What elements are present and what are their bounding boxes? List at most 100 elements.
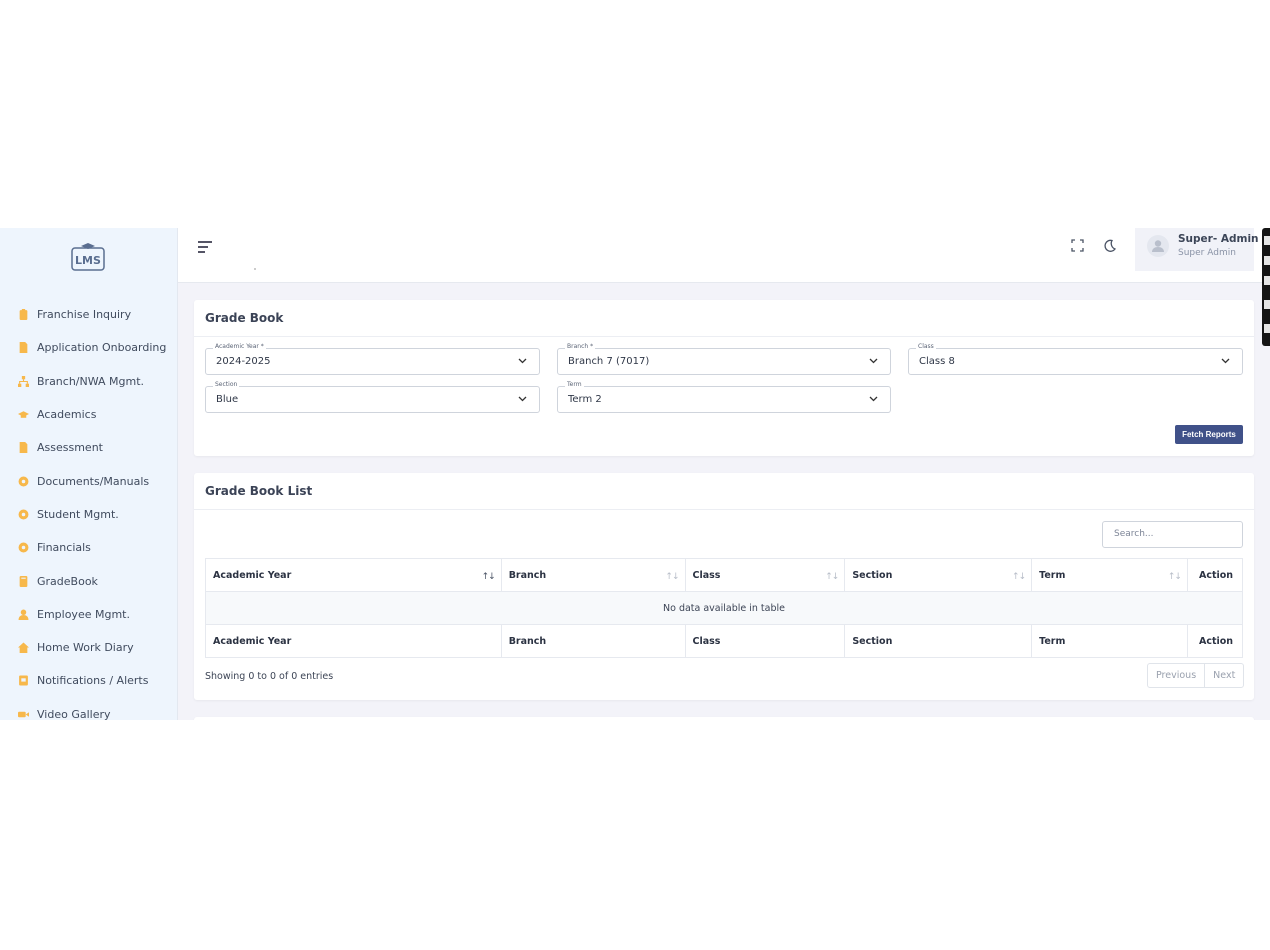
moon-icon[interactable] xyxy=(1102,238,1117,253)
lms-logo[interactable]: LMS xyxy=(70,242,106,272)
sidebar-item-label: Financials xyxy=(37,541,91,555)
cog-icon xyxy=(18,509,29,520)
branch-select[interactable]: Branch * Branch 7 (7017) xyxy=(557,343,891,375)
next-card-fragment xyxy=(194,717,1254,720)
footer-academic-year: Academic Year xyxy=(205,624,502,658)
table-footer-row: Academic Year Branch Class Section Term … xyxy=(205,624,1244,658)
fetch-reports-button[interactable]: Fetch Reports xyxy=(1175,425,1243,444)
cog-icon xyxy=(18,476,29,487)
field-label: Class xyxy=(916,343,936,350)
column-header-action: Action xyxy=(1186,558,1244,592)
sidebar-item-franchise-inquiry[interactable]: Franchise Inquiry xyxy=(0,298,178,331)
footer-branch: Branch xyxy=(500,624,686,658)
sitemap-icon xyxy=(18,375,29,387)
fullscreen-icon[interactable] xyxy=(1071,239,1084,252)
sidebar-item-label: GradeBook xyxy=(37,574,98,588)
sidebar-item-label: Video Gallery xyxy=(37,707,111,720)
sidebar-item-label: Branch/NWA Mgmt. xyxy=(37,374,145,388)
column-header-term[interactable]: Term ↑↓ xyxy=(1031,558,1188,592)
field-label: Section xyxy=(213,381,240,388)
class-select[interactable]: Class Class 8 xyxy=(908,343,1243,375)
document-icon xyxy=(19,442,28,454)
chevron-down-icon xyxy=(518,358,527,364)
card-divider xyxy=(194,336,1254,337)
field-label: Academic Year * xyxy=(213,343,266,350)
field-value: 2024-2025 xyxy=(216,356,271,367)
footer-section: Section xyxy=(844,624,1033,658)
academic-year-select[interactable]: Academic Year * 2024-2025 xyxy=(205,343,540,375)
entries-info: Showing 0 to 0 of 0 entries xyxy=(205,671,334,682)
search-input[interactable]: Search... xyxy=(1102,521,1243,548)
gradebook-filter-card: Grade Book Academic Year * 2024-2025 Bra… xyxy=(194,300,1254,456)
user-avatar-icon xyxy=(1152,240,1164,252)
pagination: Previous Next xyxy=(1147,663,1245,688)
clipboard-icon xyxy=(19,309,28,321)
sidebar-item-home-work-diary[interactable]: Home Work Diary xyxy=(0,631,178,664)
column-header-academic-year[interactable]: Academic Year ↑↓ xyxy=(205,558,502,592)
sidebar-item-employee-mgmt[interactable]: Employee Mgmt. xyxy=(0,598,178,631)
cog-icon xyxy=(18,542,29,553)
home-icon xyxy=(18,642,29,654)
sidebar-nav: Franchise Inquiry Application Onboarding… xyxy=(0,298,178,720)
sidebar-item-label: Documents/Manuals xyxy=(37,474,150,488)
field-label: Term xyxy=(565,381,584,388)
sidebar-item-academics[interactable]: Academics xyxy=(0,398,178,431)
sidebar-item-label: Home Work Diary xyxy=(37,641,134,655)
empty-table-message: No data available in table xyxy=(205,591,1243,625)
column-header-branch[interactable]: Branch ↑↓ xyxy=(500,558,686,592)
header-dot xyxy=(254,268,256,270)
bell-icon xyxy=(19,675,28,686)
hamburger-menu-icon[interactable] xyxy=(198,241,212,253)
previous-page-button[interactable]: Previous xyxy=(1148,664,1204,687)
footer-class: Class xyxy=(684,624,846,658)
gradebook-table: Academic Year ↑↓ Branch ↑↓ Class ↑↓ Section… xyxy=(205,558,1244,658)
sidebar-item-label: Student Mgmt. xyxy=(37,507,119,521)
sidebar-item-gradebook[interactable]: GradeBook xyxy=(0,564,178,597)
sort-icon: ↑↓ xyxy=(665,572,679,582)
column-header-class[interactable]: Class ↑↓ xyxy=(684,558,846,592)
logo-text: LMS xyxy=(75,254,101,267)
field-label: Branch * xyxy=(565,343,596,350)
footer-action: Action xyxy=(1186,624,1244,658)
user-profile-dropdown[interactable]: Super- Admin Super Admin xyxy=(1135,228,1259,271)
card-title: Grade Book xyxy=(205,311,284,325)
section-select[interactable]: Section Blue xyxy=(205,381,540,413)
file-icon xyxy=(19,342,28,354)
sidebar-item-label: Franchise Inquiry xyxy=(37,308,132,322)
table-header-row: Academic Year ↑↓ Branch ↑↓ Class ↑↓ Section… xyxy=(205,558,1244,592)
sidebar-item-assessment[interactable]: Assessment xyxy=(0,431,178,464)
graduation-cap-icon xyxy=(18,411,29,418)
card-divider xyxy=(194,509,1254,510)
user-icon xyxy=(18,609,29,620)
sort-icon: ↑↓ xyxy=(1012,572,1026,582)
next-page-button[interactable]: Next xyxy=(1204,664,1243,687)
user-role: Super Admin xyxy=(1178,248,1236,258)
sort-icon: ↑↓ xyxy=(481,572,496,582)
sidebar-item-notifications-alerts[interactable]: Notifications / Alerts xyxy=(0,664,178,697)
sidebar-item-application-onboarding[interactable]: Application Onboarding xyxy=(0,331,178,364)
term-select[interactable]: Term Term 2 xyxy=(557,381,891,413)
chevron-down-icon xyxy=(1221,358,1230,364)
column-header-section[interactable]: Section ↑↓ xyxy=(844,558,1033,592)
field-value: Blue xyxy=(216,394,239,405)
sidebar-item-label: Assessment xyxy=(37,441,103,455)
side-toolbar-fragment[interactable] xyxy=(1262,228,1270,346)
sidebar-item-video-gallery[interactable]: Video Gallery xyxy=(0,698,178,720)
sidebar-item-financials[interactable]: Financials xyxy=(0,531,178,564)
chevron-down-icon xyxy=(518,396,527,402)
sidebar-item-student-mgmt[interactable]: Student Mgmt. xyxy=(0,498,178,531)
field-value: Branch 7 (7017) xyxy=(568,356,650,367)
field-value: Term 2 xyxy=(568,394,602,405)
sidebar-item-label: Academics xyxy=(37,408,97,422)
footer-term: Term xyxy=(1031,624,1188,658)
sort-icon: ↑↓ xyxy=(1167,572,1182,582)
sidebar: LMS Franchise Inquiry Application Onboar… xyxy=(0,228,178,720)
sidebar-item-label: Employee Mgmt. xyxy=(37,607,130,621)
sidebar-item-documents-manuals[interactable]: Documents/Manuals xyxy=(0,464,178,497)
chevron-down-icon xyxy=(869,396,878,402)
sidebar-item-label: Notifications / Alerts xyxy=(37,674,149,688)
sidebar-item-branch-nwa-mgmt[interactable]: Branch/NWA Mgmt. xyxy=(0,365,178,398)
app-window: LMS Franchise Inquiry Application Onboar… xyxy=(0,228,1270,720)
avatar xyxy=(1147,235,1169,257)
video-icon xyxy=(18,711,29,717)
